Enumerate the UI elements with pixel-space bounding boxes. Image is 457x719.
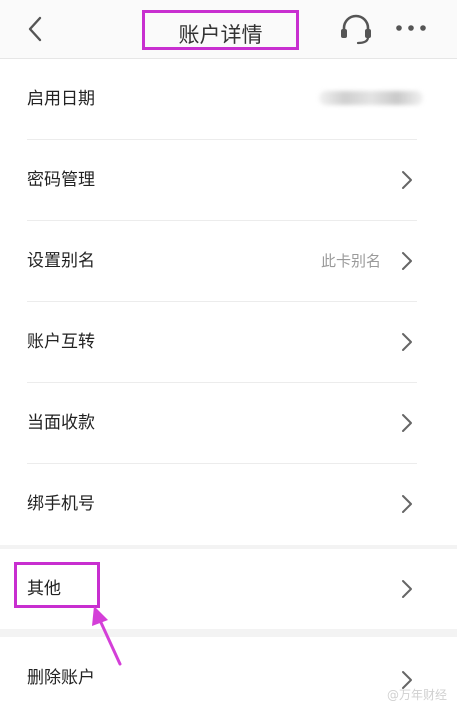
top-nav-bar: 账户详情	[0, 0, 457, 59]
account-settings-list: 启用日期 密码管理 设置别名 此卡别名 账户互转 当面收款 绑手机号	[0, 59, 457, 545]
chevron-right-icon	[402, 333, 412, 351]
list-item-label: 启用日期	[27, 89, 95, 109]
list-item-label: 密码管理	[27, 170, 95, 190]
watermark: @万年财经	[386, 688, 447, 702]
list-item-start-date[interactable]: 启用日期	[0, 59, 457, 140]
list-item-bind-phone[interactable]: 绑手机号	[0, 464, 457, 545]
chevron-right-icon	[402, 580, 412, 598]
list-item-password-management[interactable]: 密码管理	[0, 140, 457, 221]
back-arrow-icon[interactable]	[22, 14, 50, 44]
chevron-right-icon	[402, 252, 412, 270]
chevron-right-icon	[402, 171, 412, 189]
headset-support-icon[interactable]	[338, 12, 374, 46]
other-highlight-box	[14, 562, 100, 608]
list-item-set-alias[interactable]: 设置别名 此卡别名	[0, 221, 457, 302]
list-item-label: 当面收款	[27, 413, 95, 433]
list-item-face-to-face-payment[interactable]: 当面收款	[0, 383, 457, 464]
more-options-icon[interactable]	[394, 18, 428, 38]
chevron-right-icon	[402, 495, 412, 513]
list-item-label: 设置别名	[27, 251, 95, 271]
section-separator	[0, 629, 457, 637]
alias-value: 此卡别名	[320, 252, 381, 270]
list-item-account-transfer[interactable]: 账户互转	[0, 302, 457, 383]
pointer-arrow-icon	[92, 606, 122, 666]
list-item-label: 绑手机号	[27, 494, 95, 514]
chevron-right-icon	[402, 414, 412, 432]
page-title: 账户详情	[178, 23, 263, 47]
list-item-label: 账户互转	[27, 332, 95, 352]
blurred-date-value	[319, 91, 423, 105]
list-item-label: 删除账户	[27, 668, 95, 688]
title-highlight-box: 账户详情	[142, 10, 299, 50]
